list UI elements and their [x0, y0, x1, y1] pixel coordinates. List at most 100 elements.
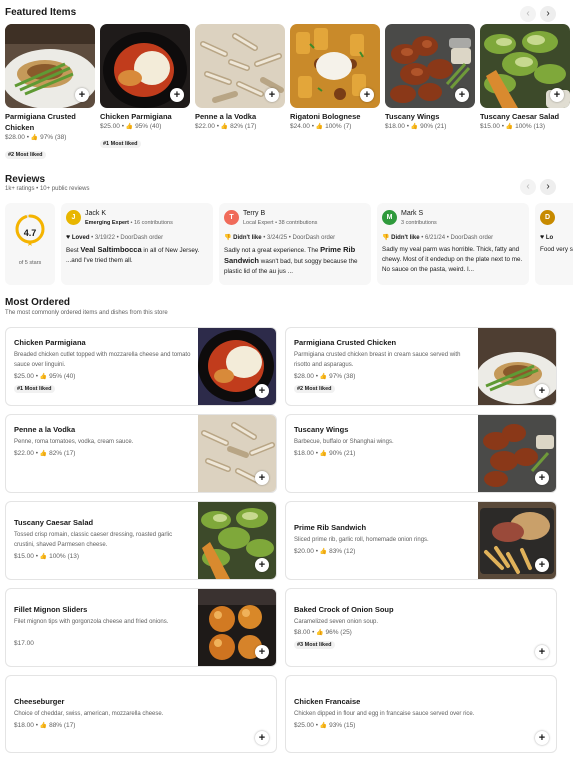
- add-item-button[interactable]: +: [255, 558, 269, 572]
- item-name: Tuscany Wings: [294, 425, 349, 434]
- item-description: Barbecue, buffalo or Shanghai wings.: [294, 439, 394, 445]
- thumbs-up-icon: 👍: [39, 554, 48, 560]
- thumbs-up-icon: 👍: [220, 124, 229, 130]
- item-description: Breaded chicken cutlet topped with mozza…: [14, 352, 191, 368]
- thumbs-up-icon: 👍: [316, 630, 324, 636]
- reviewer-info: Local Expert • 38 contributions: [243, 220, 318, 226]
- featured-item[interactable]: + Tuscany Wings $18.00 • 👍 90% (21): [385, 24, 475, 132]
- featured-item[interactable]: + Penne a la Vodka $22.00 • 👍 82% (17): [195, 24, 285, 132]
- most-liked-badge: #1 Most liked: [14, 385, 55, 393]
- add-item-button[interactable]: +: [255, 731, 269, 745]
- item-meta: $8.00 • 👍 96% (25): [294, 629, 352, 636]
- item-name: Rigatoni Bolognese: [290, 112, 361, 121]
- menu-item-card[interactable]: Chicken Parmigiana Breaded chicken cutle…: [5, 327, 277, 406]
- heart-icon: ♥: [66, 234, 71, 241]
- review-card[interactable]: M Mark S 3 contributions 👎 Didn't like •…: [377, 203, 529, 285]
- item-name: Fillet Mignon Sliders: [14, 605, 88, 614]
- rating-summary: 4.7 ★ of 5 stars: [5, 203, 55, 285]
- featured-item[interactable]: + Rigatoni Bolognese $24.00 • 👍 100% (7): [290, 24, 380, 132]
- menu-item-card[interactable]: Tuscany Caesar Salad Tossed crisp romain…: [5, 501, 277, 580]
- food-image: +: [5, 24, 95, 108]
- thumbs-up-icon: 👍: [319, 549, 328, 555]
- add-item-button[interactable]: +: [535, 645, 549, 659]
- review-verdict: 👎 Didn't like • 3/24/25 • DoorDash order: [224, 235, 336, 241]
- item-name: Cheeseburger: [14, 697, 65, 706]
- item-name: Chicken Francaise: [294, 697, 361, 706]
- food-image: +: [100, 24, 190, 108]
- review-card[interactable]: T Terry B Local Expert • 38 contribution…: [219, 203, 371, 285]
- thumbs-up-icon: 👍: [125, 124, 134, 130]
- item-description: Filet mignon tips with gorgonzola cheese…: [14, 619, 169, 625]
- item-name: Tuscany Wings: [385, 112, 440, 121]
- item-meta: $22.00 • 👍 82% (17): [195, 123, 257, 130]
- add-item-button[interactable]: +: [75, 88, 89, 102]
- avatar: J: [66, 210, 81, 225]
- item-name: Baked Crock of Onion Soup: [294, 605, 394, 614]
- reviews-subtitle: 1k+ ratings • 10+ public reviews: [5, 186, 90, 192]
- item-name: Penne a la Vodka: [195, 112, 257, 121]
- thumbs-up-icon: 👍: [319, 451, 328, 457]
- thumbs-up-icon: 👍: [319, 374, 328, 380]
- item-meta: $25.00 • 👍 95% (40): [100, 123, 162, 130]
- reviews-prev-button[interactable]: ‹: [520, 179, 536, 195]
- reviews-next-button[interactable]: ›: [540, 179, 556, 195]
- reviewer-name: Jack K: [85, 210, 107, 217]
- menu-item-card[interactable]: Parmigiana Crusted Chicken Parmigiana cr…: [285, 327, 557, 406]
- thumbs-up-icon: 👍: [39, 451, 48, 457]
- add-item-button[interactable]: +: [255, 645, 269, 659]
- avatar: D: [540, 210, 555, 225]
- item-meta: $24.00 • 👍 100% (7): [290, 123, 352, 130]
- most-ordered-title: Most Ordered: [5, 297, 71, 308]
- add-item-button[interactable]: +: [255, 384, 269, 398]
- avatar: M: [382, 210, 397, 225]
- featured-prev-button[interactable]: ‹: [520, 6, 536, 22]
- add-item-button[interactable]: +: [535, 384, 549, 398]
- menu-item-card[interactable]: Tuscany Wings Barbecue, buffalo or Shang…: [285, 414, 557, 493]
- review-card[interactable]: J Jack K Emerging Expert • 16 contributi…: [61, 203, 213, 285]
- menu-item-card[interactable]: Cheeseburger Choice of cheddar, swiss, a…: [5, 675, 277, 753]
- reviewer-info: 3 contributions: [401, 220, 437, 226]
- featured-next-button[interactable]: ›: [540, 6, 556, 22]
- add-item-button[interactable]: +: [255, 471, 269, 485]
- review-text: Sadly not a great experience. The Prime …: [224, 245, 358, 275]
- item-name: Chicken Parmigiana: [14, 338, 86, 347]
- item-description: Parmigiana crusted chicken breast in cre…: [294, 352, 461, 368]
- reviewer-name: Mark S: [401, 210, 424, 217]
- menu-item-card[interactable]: Prime Rib Sandwich Sliced prime rib, gar…: [285, 501, 557, 580]
- featured-item[interactable]: + Tuscany Caesar Salad $15.00 • 👍 100% (…: [480, 24, 573, 132]
- featured-item[interactable]: + Parmigiana Crusted Chicken $28.00 • 👍 …: [5, 24, 95, 161]
- item-name: Tuscany Caesar Salad: [480, 112, 560, 121]
- add-item-button[interactable]: +: [550, 88, 564, 102]
- add-item-button[interactable]: +: [455, 88, 469, 102]
- thumbs-down-icon: 👎: [382, 235, 390, 241]
- thumbs-up-icon: 👍: [39, 723, 48, 729]
- thumbs-up-icon: 👍: [319, 723, 328, 729]
- add-item-button[interactable]: +: [360, 88, 374, 102]
- add-item-button[interactable]: +: [535, 731, 549, 745]
- featured-title: Featured Items: [5, 7, 77, 18]
- menu-item-card[interactable]: Fillet Mignon Sliders Filet mignon tips …: [5, 588, 277, 667]
- menu-item-card[interactable]: Baked Crock of Onion Soup Caramelized se…: [285, 588, 557, 667]
- thumbs-up-icon: 👍: [39, 374, 48, 380]
- thumbs-up-icon: 👍: [315, 124, 324, 130]
- review-verdict: ♥ Lo: [540, 234, 554, 241]
- thumbs-up-icon: 👍: [30, 135, 39, 141]
- review-text: Food very s: [540, 246, 573, 253]
- item-meta: $28.00 • 👍 97% (38): [5, 134, 67, 141]
- item-meta: $22.00 • 👍 82% (17): [14, 450, 76, 457]
- menu-item-card[interactable]: Penne a la Vodka Penne, roma tomatoes, v…: [5, 414, 277, 493]
- menu-item-card[interactable]: Chicken Francaise Chicken dipped in flou…: [285, 675, 557, 753]
- featured-item[interactable]: + Chicken Parmigiana $25.00 • 👍 95% (40)…: [100, 24, 190, 150]
- star-icon: ★: [26, 239, 34, 248]
- add-item-button[interactable]: +: [170, 88, 184, 102]
- item-name: Prime Rib Sandwich: [294, 523, 367, 532]
- item-name: Penne a la Vodka: [14, 425, 76, 434]
- food-image: +: [195, 24, 285, 108]
- add-item-button[interactable]: +: [535, 558, 549, 572]
- add-item-button[interactable]: +: [265, 88, 279, 102]
- review-card[interactable]: D ♥ Lo Food very s: [535, 203, 573, 285]
- add-item-button[interactable]: +: [535, 471, 549, 485]
- item-name: Parmigiana Crusted Chicken: [5, 112, 76, 132]
- reviewer-name: Terry B: [243, 210, 266, 217]
- most-liked-badge: #2 Most liked: [5, 151, 46, 159]
